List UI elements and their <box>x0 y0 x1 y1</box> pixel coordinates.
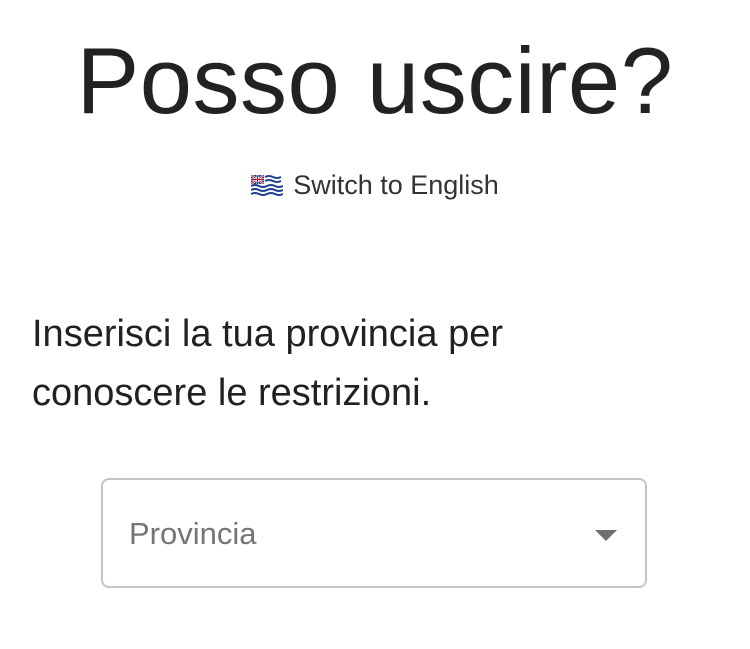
instruction-text: Inserisci la tua provincia per conoscere… <box>32 313 503 414</box>
chevron-down-icon <box>595 530 617 541</box>
flag-icon <box>250 169 284 197</box>
province-select-placeholder: Provincia <box>129 516 257 551</box>
page-title: Posso uscire? <box>76 28 674 133</box>
language-switch-link[interactable]: Switch to English <box>0 166 750 204</box>
language-switch-label: Switch to English <box>293 170 499 200</box>
page: Posso uscire? Switch to English Inserisc… <box>0 0 750 649</box>
province-select[interactable]: Provincia <box>101 478 647 588</box>
